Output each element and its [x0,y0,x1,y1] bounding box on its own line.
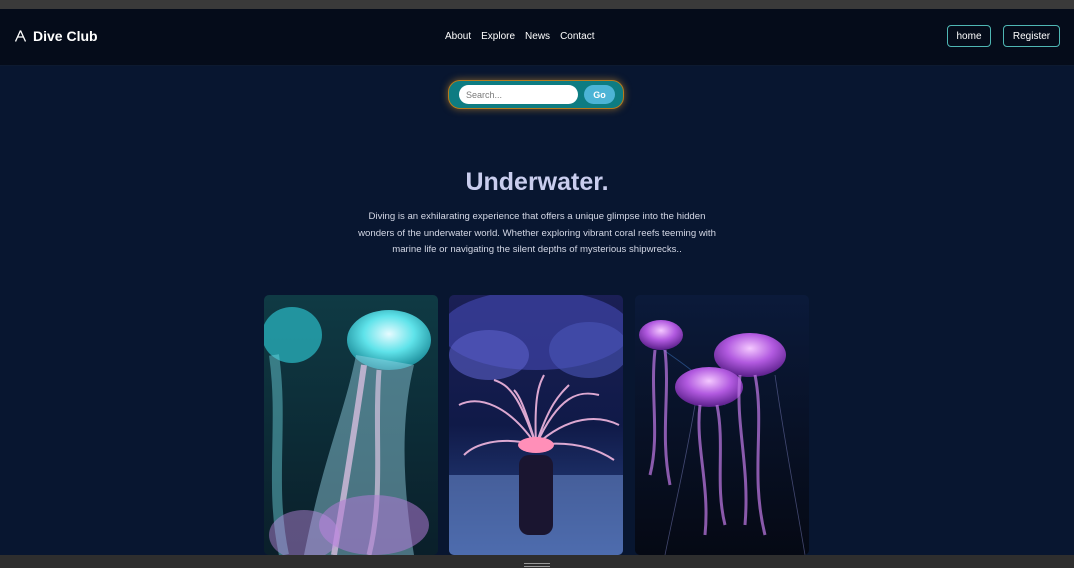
triangle-logo-icon [15,30,26,42]
page-title: Underwater. [465,168,609,196]
navbar: Dive Club About Explore News Contact hom… [0,9,1074,66]
home-button[interactable]: home [947,25,991,47]
gallery-image-teal-jellyfish[interactable] [264,295,438,555]
nav-link-about[interactable]: About [445,31,471,42]
brand-name: Dive Club [33,28,98,44]
nav-link-explore[interactable]: Explore [481,31,515,42]
drag-handle-icon[interactable] [524,563,550,567]
hero-description: Diving is an exhilarating experience tha… [358,211,716,255]
go-button[interactable]: Go [584,85,615,104]
browser-top-strip [0,0,1074,9]
gallery-image-anemone[interactable] [449,295,623,555]
gallery-image-purple-jellyfish[interactable] [635,295,809,555]
search-bar: Go [448,80,624,109]
nav-link-news[interactable]: News [525,31,550,42]
brand[interactable]: Dive Club [15,28,98,44]
register-button[interactable]: Register [1003,25,1060,47]
nav-links: About Explore News Contact [445,31,595,42]
nav-link-contact[interactable]: Contact [560,31,594,42]
search-input[interactable] [459,85,578,104]
